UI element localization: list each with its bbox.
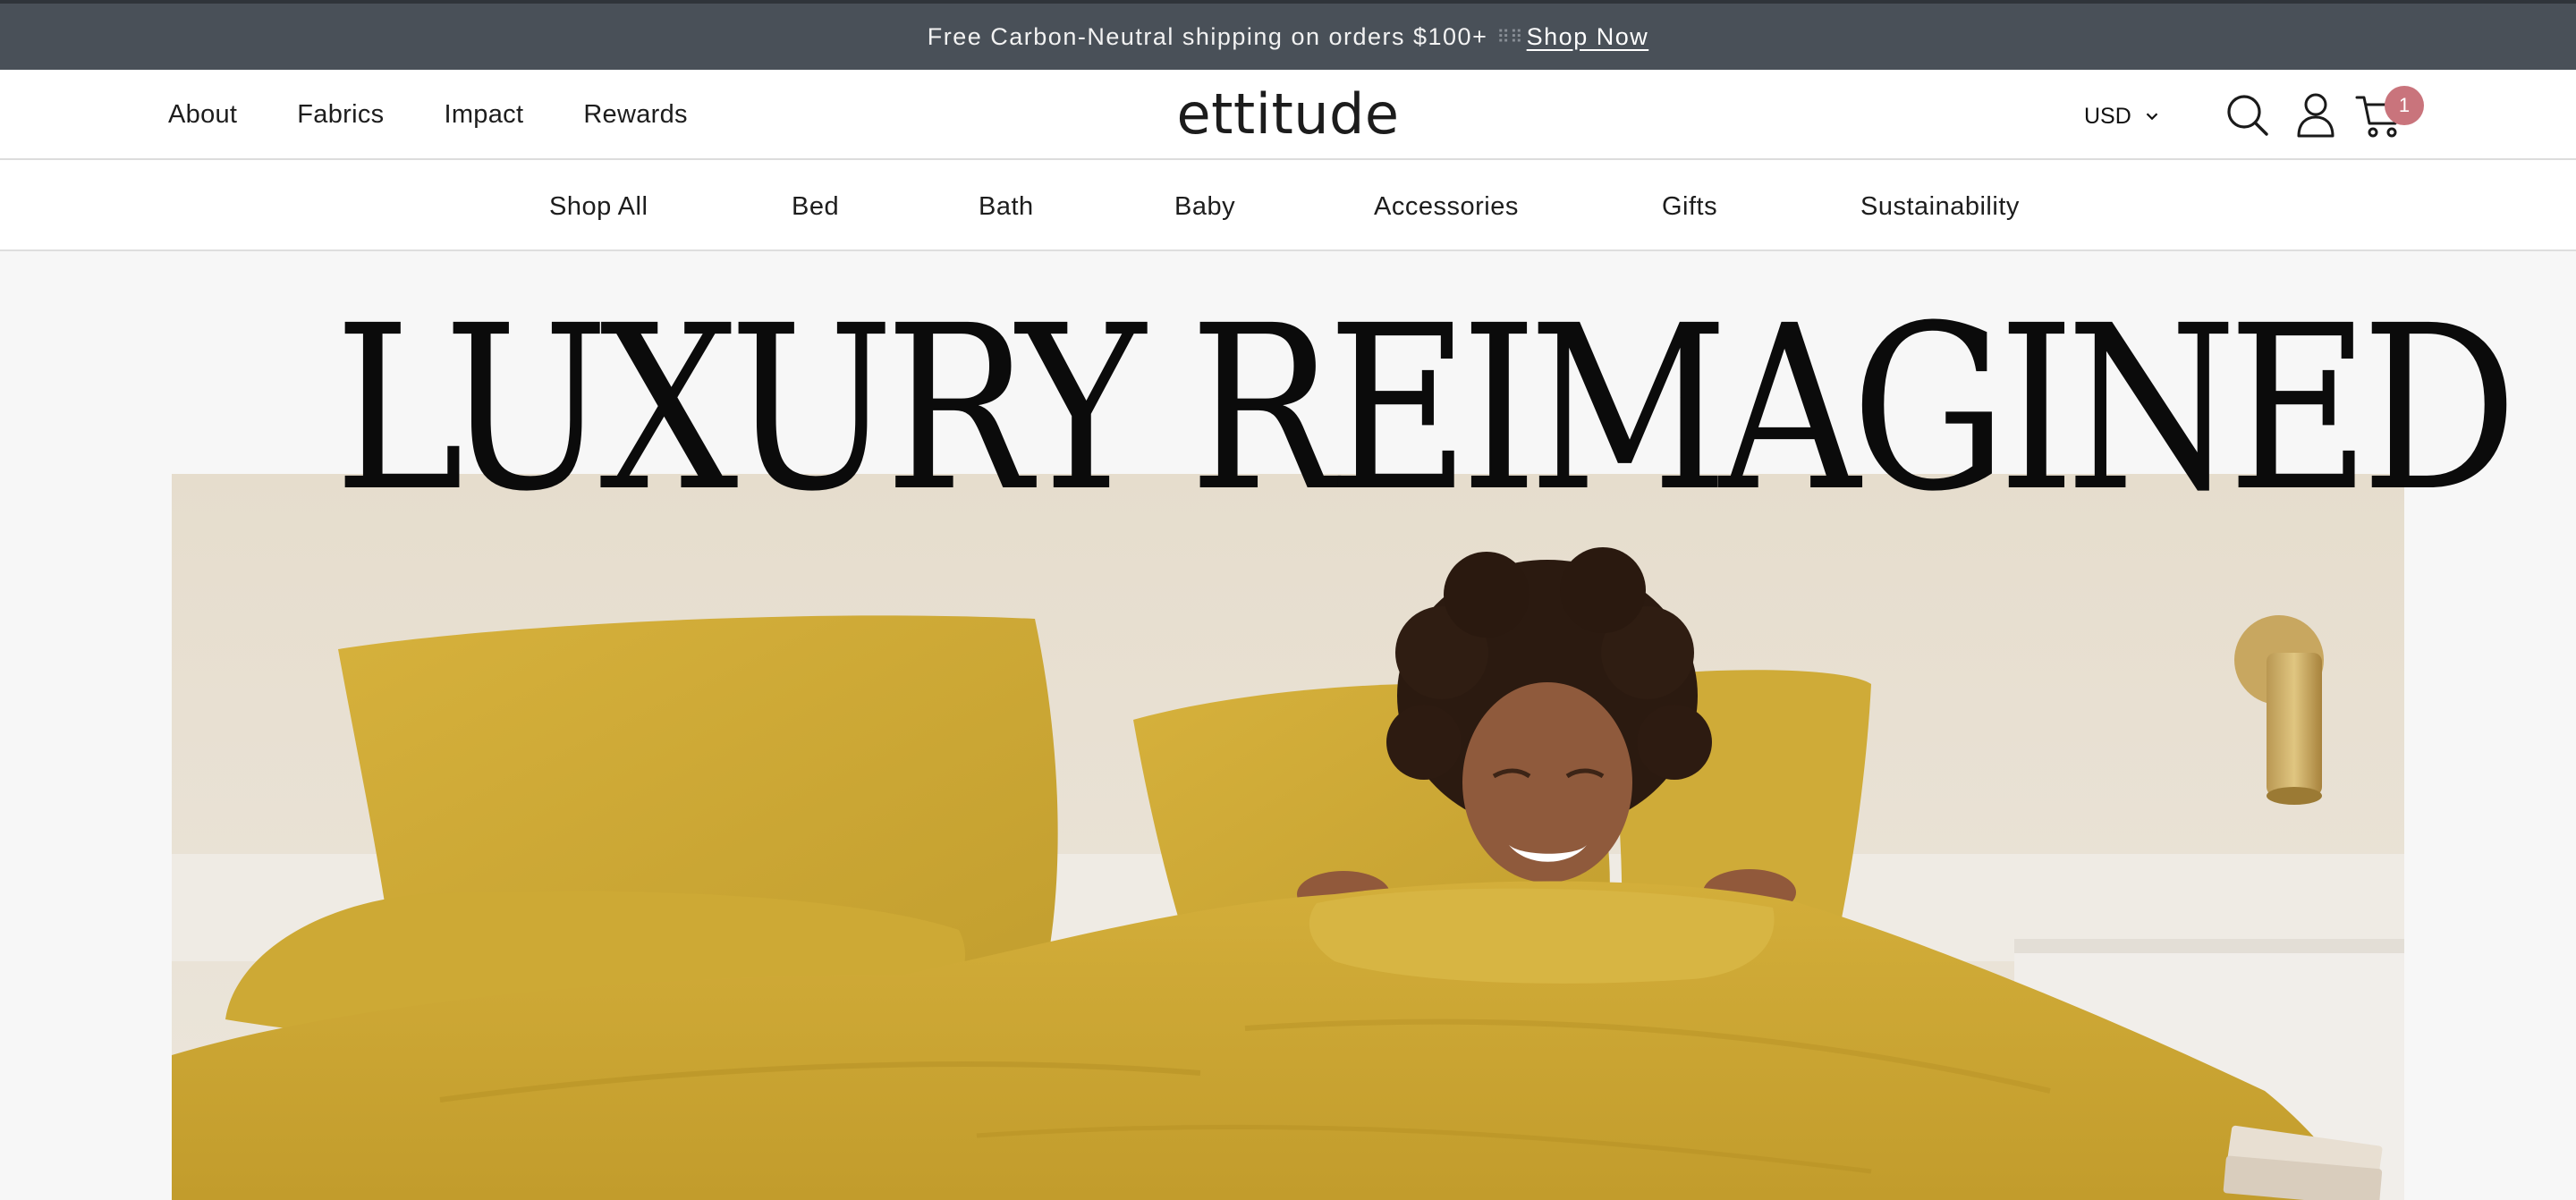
category-bath[interactable]: Bath [979, 192, 1034, 222]
nav-rewards[interactable]: Rewards [583, 100, 688, 130]
nav-fabrics[interactable]: Fabrics [297, 100, 384, 130]
cart-count-badge: 1 [2385, 86, 2424, 125]
category-accessories[interactable]: Accessories [1374, 192, 1519, 222]
category-bed[interactable]: Bed [792, 192, 839, 222]
account-button[interactable] [2290, 89, 2342, 141]
site-logo[interactable]: ettitude [1167, 80, 1409, 148]
hero-title: LUXURY REIMAGINED [334, 276, 2518, 541]
hero-image [172, 474, 2404, 1200]
announcement-separator: ⠿⠿ [1496, 27, 1523, 47]
search-button[interactable] [2222, 89, 2274, 141]
announcement-bar: Free Carbon-Neutral shipping on orders $… [0, 0, 2576, 70]
site-header: About Fabrics Impact Rewards ettitude US… [0, 70, 2576, 160]
browser-page: Free Carbon-Neutral shipping on orders $… [0, 0, 2576, 1200]
search-icon [2227, 95, 2268, 136]
announcement-text: Free Carbon-Neutral shipping on orders $… [927, 22, 1488, 50]
currency-label: USD [2084, 103, 2131, 129]
category-sustainability[interactable]: Sustainability [1860, 192, 2020, 222]
category-baby[interactable]: Baby [1174, 192, 1235, 222]
shop-now-link[interactable]: Shop Now [1527, 23, 1649, 51]
category-gifts[interactable]: Gifts [1662, 192, 1717, 222]
currency-selector[interactable]: USD [2084, 98, 2162, 134]
chevron-down-icon [2146, 113, 2158, 121]
category-shop-all[interactable]: Shop All [549, 192, 648, 222]
account-icon [2297, 93, 2334, 138]
hero-bedroom-illustration [172, 474, 2404, 1200]
nav-about[interactable]: About [168, 100, 237, 130]
top-nav: About Fabrics Impact Rewards [168, 70, 688, 160]
category-nav: Shop All Bed Bath Baby Accessories Gifts… [0, 160, 2576, 251]
nav-impact[interactable]: Impact [444, 100, 523, 130]
